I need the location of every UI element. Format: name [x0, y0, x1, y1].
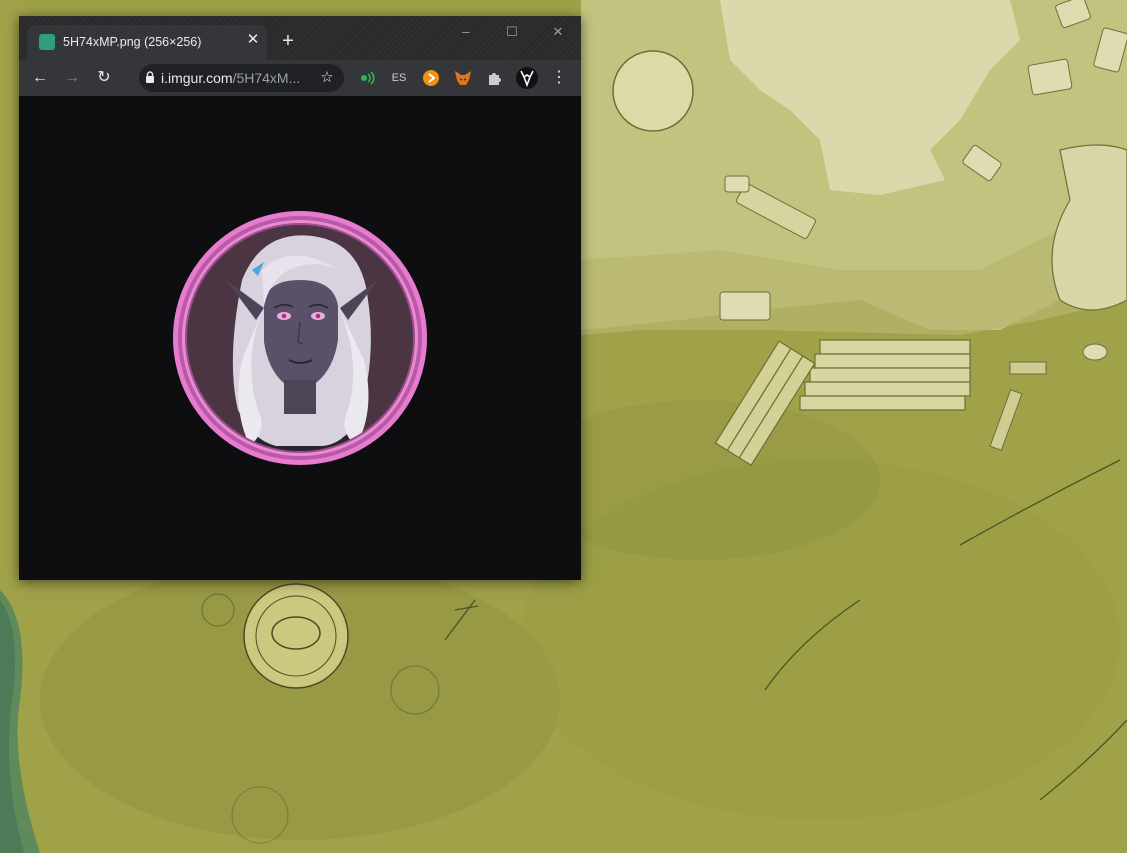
url-path: /5H74xM...	[232, 70, 301, 86]
address-bar[interactable]: i.imgur.com/5H74xM...	[139, 64, 344, 92]
browser-window: 5H74xMP.png (256×256) ✕ + – ☐ ✕ ← → ↻ i.…	[19, 16, 581, 580]
tab-active[interactable]: 5H74xMP.png (256×256) ✕	[27, 25, 267, 60]
extension-audio-icon[interactable]	[357, 68, 377, 88]
title-bar[interactable]: 5H74xMP.png (256×256) ✕ + – ☐ ✕	[19, 16, 581, 60]
bookmark-star-icon[interactable]: ☆	[315, 66, 339, 90]
extension-play-icon[interactable]	[421, 68, 441, 88]
extensions-puzzle-icon[interactable]	[485, 68, 505, 88]
close-window-button[interactable]: ✕	[535, 20, 581, 44]
toolbar: ← → ↻ i.imgur.com/5H74xM... ☆ ES ⋮	[19, 60, 581, 96]
reload-button[interactable]: ↻	[92, 66, 116, 90]
tab-title: 5H74xMP.png (256×256)	[63, 35, 202, 49]
extension-es-icon[interactable]: ES	[389, 68, 409, 88]
metamask-fox-icon[interactable]	[453, 68, 473, 88]
avatar-image[interactable]	[172, 210, 428, 466]
lock-icon	[146, 71, 154, 83]
url-host: i.imgur.com	[161, 70, 233, 86]
menu-kebab-icon[interactable]: ⋮	[547, 66, 571, 90]
forward-button[interactable]: →	[60, 66, 84, 90]
back-button[interactable]: ←	[28, 66, 52, 90]
tab-close-icon[interactable]: ✕	[243, 30, 263, 50]
maximize-button[interactable]: ☐	[489, 20, 535, 44]
new-tab-button[interactable]: +	[277, 30, 299, 52]
minimize-button[interactable]: –	[443, 20, 489, 44]
profile-avatar-icon[interactable]	[515, 66, 539, 90]
image-viewer	[19, 96, 581, 580]
url-text: i.imgur.com/5H74xM...	[161, 70, 300, 86]
imgur-icon	[39, 34, 55, 50]
